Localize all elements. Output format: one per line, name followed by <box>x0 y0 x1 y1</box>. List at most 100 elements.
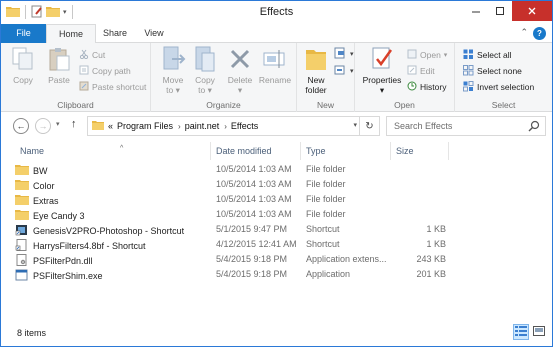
file-date: 4/12/2015 12:41 AM <box>216 239 297 249</box>
copy-to-button[interactable]: Copy to ▾ <box>191 45 219 95</box>
file-date: 10/5/2014 1:03 AM <box>216 194 292 204</box>
recent-locations-icon[interactable]: ▾ <box>56 120 60 128</box>
cut-button[interactable]: Cut <box>79 47 105 63</box>
copy-path-button[interactable]: Copy path <box>79 63 131 79</box>
explorer-window: ▾ Effects File Home Share View ⌃ ? Copy … <box>0 0 553 347</box>
tab-home[interactable]: Home <box>46 24 96 44</box>
move-to-button[interactable]: Move to ▾ <box>159 45 187 95</box>
file-date: 10/5/2014 1:03 AM <box>216 179 292 189</box>
copy-path-icon <box>79 65 89 77</box>
file-row-harrys-shortcut[interactable]: HarrysFilters4.8bf - Shortcut 4/12/2015 … <box>15 238 455 253</box>
search-input[interactable]: Search Effects <box>386 116 546 136</box>
invert-selection-icon <box>463 80 474 94</box>
select-all-button[interactable]: Select all <box>463 47 512 63</box>
properties-button[interactable]: Properties ▾ <box>361 45 403 95</box>
invert-selection-button[interactable]: Invert selection <box>463 79 534 95</box>
file-row-extras[interactable]: Extras 10/5/2014 1:03 AM File folder <box>15 193 455 208</box>
back-button[interactable]: ← <box>13 118 29 134</box>
new-folder-button[interactable]: New folder <box>301 45 331 95</box>
file-list: Name ^ Date modified Type Size BW 10/5/2… <box>1 139 552 319</box>
rename-button[interactable]: Rename <box>257 45 293 85</box>
file-type: File folder <box>306 164 346 174</box>
new-folder-icon <box>302 45 330 73</box>
breadcrumb-program-files[interactable]: Program Files › <box>117 121 181 131</box>
breadcrumb-overflow[interactable]: « <box>108 121 113 131</box>
details-view-button[interactable] <box>513 324 529 340</box>
file-type: Shortcut <box>306 239 340 249</box>
column-header-type[interactable]: Type <box>301 142 391 160</box>
file-name: Extras <box>33 195 59 206</box>
file-row-color[interactable]: Color 10/5/2014 1:03 AM File folder <box>15 178 455 193</box>
open-button[interactable]: Open ▾ <box>407 47 447 63</box>
folder-icon <box>15 194 29 207</box>
file-name: PSFilterShim.exe <box>33 271 103 281</box>
select-none-button[interactable]: Select none <box>463 63 522 79</box>
edit-button[interactable]: Edit <box>407 63 435 79</box>
forward-arrow-icon: → <box>38 121 48 131</box>
address-bar[interactable]: « Program Files › paint.net › Effects ▾ ↻ <box>87 116 380 136</box>
file-row-bw[interactable]: BW 10/5/2014 1:03 AM File folder <box>15 163 455 178</box>
column-header-size[interactable]: Size <box>391 142 449 160</box>
copy-button[interactable]: Copy <box>9 45 37 85</box>
open-group-label: Open <box>394 100 415 110</box>
file-type: File folder <box>306 209 346 219</box>
file-size: 201 KB <box>416 269 446 279</box>
new-group: New folder ▾ ▾ New <box>297 43 355 112</box>
easy-access-button[interactable]: ▾ <box>333 63 354 79</box>
new-item-button[interactable]: ▾ <box>333 46 354 62</box>
back-arrow-icon: ← <box>16 121 26 131</box>
properties-check-icon <box>368 45 396 73</box>
new-item-icon <box>333 47 347 61</box>
file-type: Application <box>306 269 351 279</box>
file-type: Application extens... <box>306 254 387 264</box>
tab-file[interactable]: File <box>1 24 46 43</box>
move-to-icon <box>159 45 187 73</box>
file-size: 1 KB <box>426 224 446 234</box>
column-header-date-modified[interactable]: Date modified <box>211 142 301 160</box>
minimize-ribbon-icon[interactable]: ⌃ <box>520 27 528 38</box>
tab-view[interactable]: View <box>137 24 171 43</box>
file-row-genesis-shortcut[interactable]: GenesisV2PRO-Photoshop - Shortcut 5/1/20… <box>15 223 455 238</box>
file-name: GenesisV2PRO-Photoshop - Shortcut <box>33 226 185 236</box>
forward-button[interactable]: → <box>35 118 51 134</box>
clipboard-group-label: Clipboard <box>57 100 94 110</box>
title-bar: ▾ Effects <box>1 1 552 24</box>
file-row-eye-candy-3[interactable]: Eye Candy 3 10/5/2014 1:03 AM File folde… <box>15 208 455 223</box>
file-date: 10/5/2014 1:03 AM <box>216 209 292 219</box>
file-name: HarrysFilters4.8bf - Shortcut <box>33 241 146 251</box>
close-button[interactable] <box>512 1 552 21</box>
breadcrumb-paint-net[interactable]: paint.net › <box>185 121 227 131</box>
large-icons-view-button[interactable] <box>531 324 547 340</box>
maximize-button[interactable] <box>488 1 512 21</box>
history-button[interactable]: History <box>407 79 446 95</box>
large-icons-view-icon <box>533 326 545 338</box>
delete-x-icon <box>226 45 254 73</box>
minimize-button[interactable] <box>464 1 488 21</box>
dll-icon <box>15 254 29 268</box>
column-header-name[interactable]: Name ^ <box>15 142 211 160</box>
paste-button[interactable]: Paste <box>43 45 75 85</box>
file-name: Color <box>33 180 55 191</box>
details-view-icon <box>515 326 527 338</box>
file-row-psfilterpdn-dll[interactable]: PSFilterPdn.dll 5/4/2015 9:18 PM Applica… <box>15 253 455 268</box>
file-type: Shortcut <box>306 224 340 234</box>
file-name: Eye Candy 3 <box>33 210 85 221</box>
organize-group: Move to ▾ Copy to ▾ Delete ▾ Rename Orga… <box>151 43 297 112</box>
select-all-icon <box>463 49 474 62</box>
refresh-icon[interactable]: ↻ <box>359 116 379 136</box>
paste-shortcut-button[interactable]: Paste shortcut <box>79 79 146 95</box>
tab-share[interactable]: Share <box>96 24 134 43</box>
folder-icon <box>15 179 29 192</box>
status-bar: 8 items <box>1 319 552 346</box>
sort-chevron-icon: ^ <box>120 145 124 152</box>
rename-icon <box>261 45 289 73</box>
select-group-label: Select <box>491 100 516 110</box>
up-arrow-icon[interactable]: ↑ <box>71 118 77 130</box>
help-icon[interactable]: ? <box>533 27 546 40</box>
delete-button[interactable]: Delete ▾ <box>225 45 255 95</box>
file-row-psfiltershim-exe[interactable]: PSFilterShim.exe 5/4/2015 9:18 PM Applic… <box>15 268 455 283</box>
breadcrumb-effects[interactable]: Effects <box>231 121 258 131</box>
edit-icon <box>407 65 417 77</box>
ribbon: Copy Paste Cut Copy path Paste shortcut … <box>1 43 552 112</box>
address-dropdown-icon[interactable]: ▾ <box>353 121 357 129</box>
